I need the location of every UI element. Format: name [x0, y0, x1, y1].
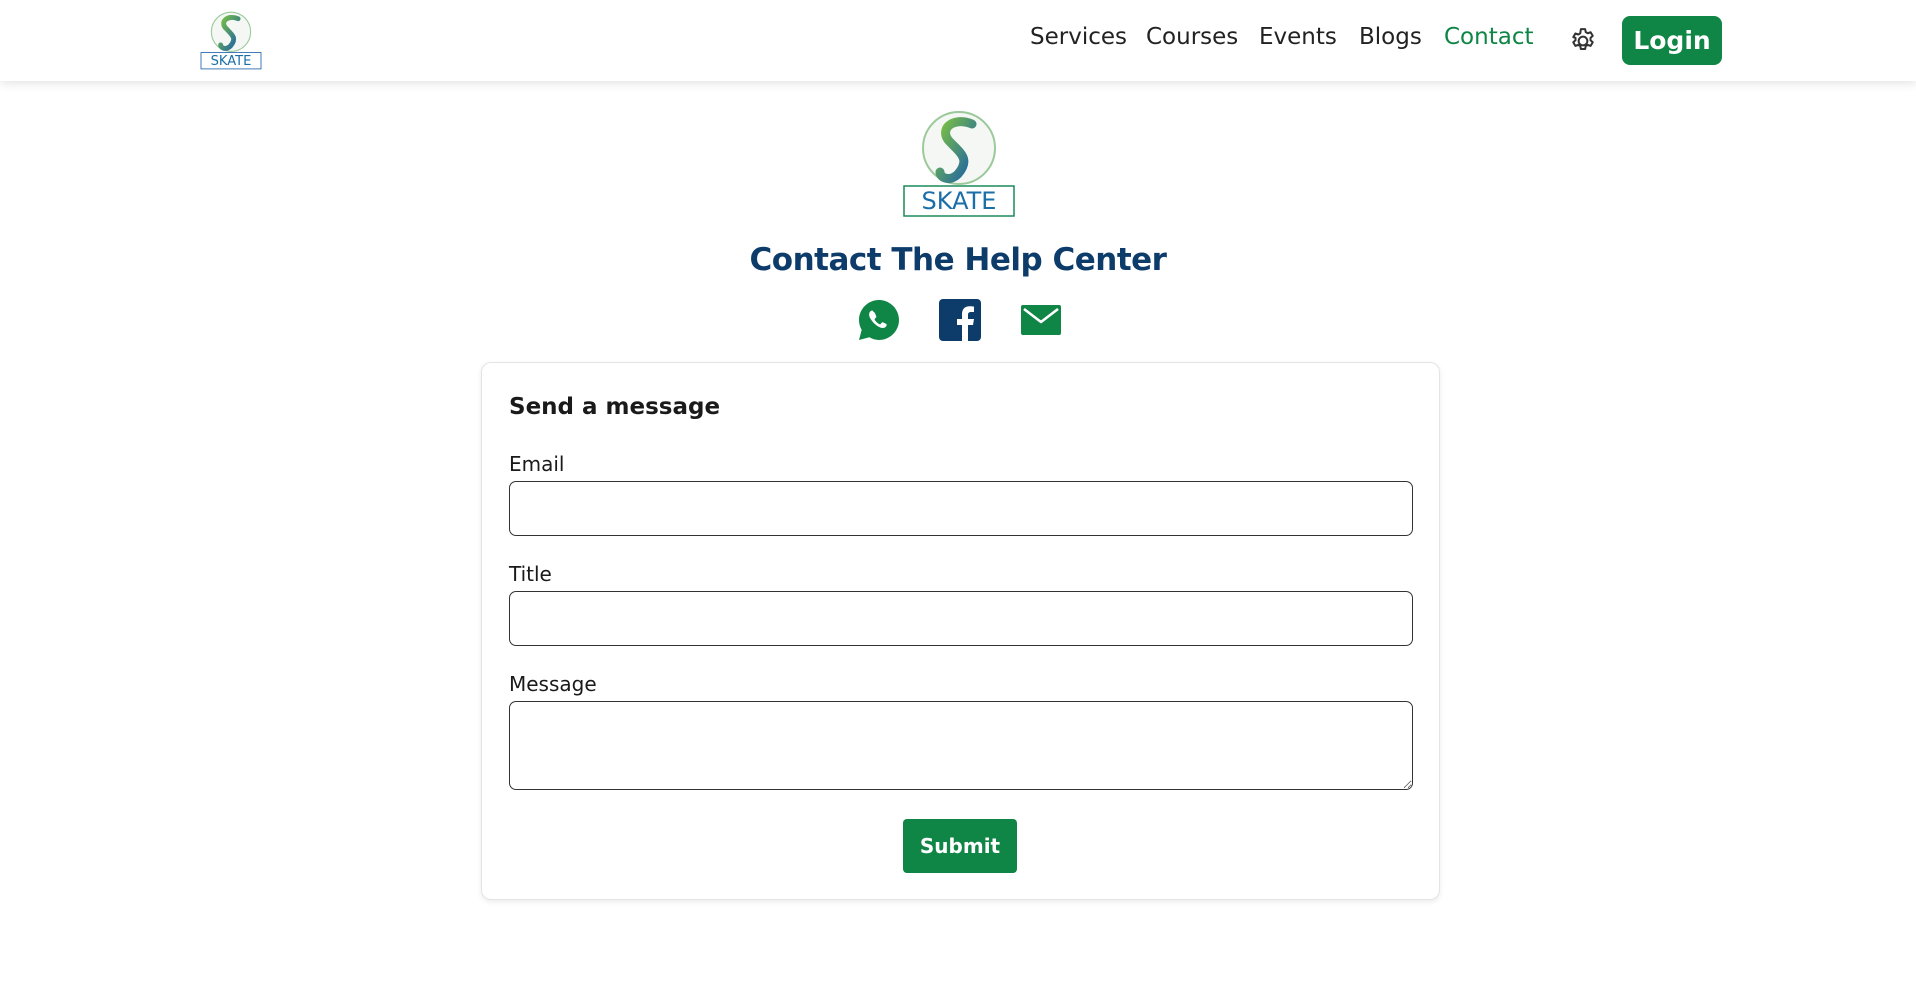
skate-logo[interactable]: SKATE [198, 10, 264, 70]
nav-contact[interactable]: Contact [1444, 24, 1533, 50]
submit-button[interactable]: Submit [903, 819, 1017, 873]
facebook-icon[interactable] [938, 298, 982, 342]
nav-services[interactable]: Services [1030, 24, 1127, 50]
top-navbar: SKATE Services Courses Events Blogs Cont… [0, 0, 1916, 81]
nav-blogs[interactable]: Blogs [1359, 24, 1422, 50]
login-button[interactable]: Login [1622, 16, 1722, 65]
mail-icon[interactable] [1019, 298, 1063, 342]
whatsapp-icon[interactable] [857, 298, 901, 342]
gear-icon[interactable] [1568, 26, 1598, 56]
message-label: Message [509, 672, 597, 696]
page-title: Contact The Help Center [749, 242, 1167, 278]
nav-events[interactable]: Events [1259, 24, 1337, 50]
message-textarea[interactable] [509, 701, 1413, 790]
form-title: Send a message [509, 394, 721, 420]
main-logo-text: SKATE [922, 187, 997, 215]
email-label: Email [509, 452, 565, 476]
nav-courses[interactable]: Courses [1146, 24, 1238, 50]
skate-main-logo: SKATE [903, 111, 1015, 217]
title-label: Title [509, 562, 552, 586]
logo-text: SKATE [211, 54, 252, 69]
title-field[interactable] [509, 591, 1413, 646]
email-field[interactable] [509, 481, 1413, 536]
contact-form-card: Send a message Email Title Message Submi… [481, 362, 1440, 900]
